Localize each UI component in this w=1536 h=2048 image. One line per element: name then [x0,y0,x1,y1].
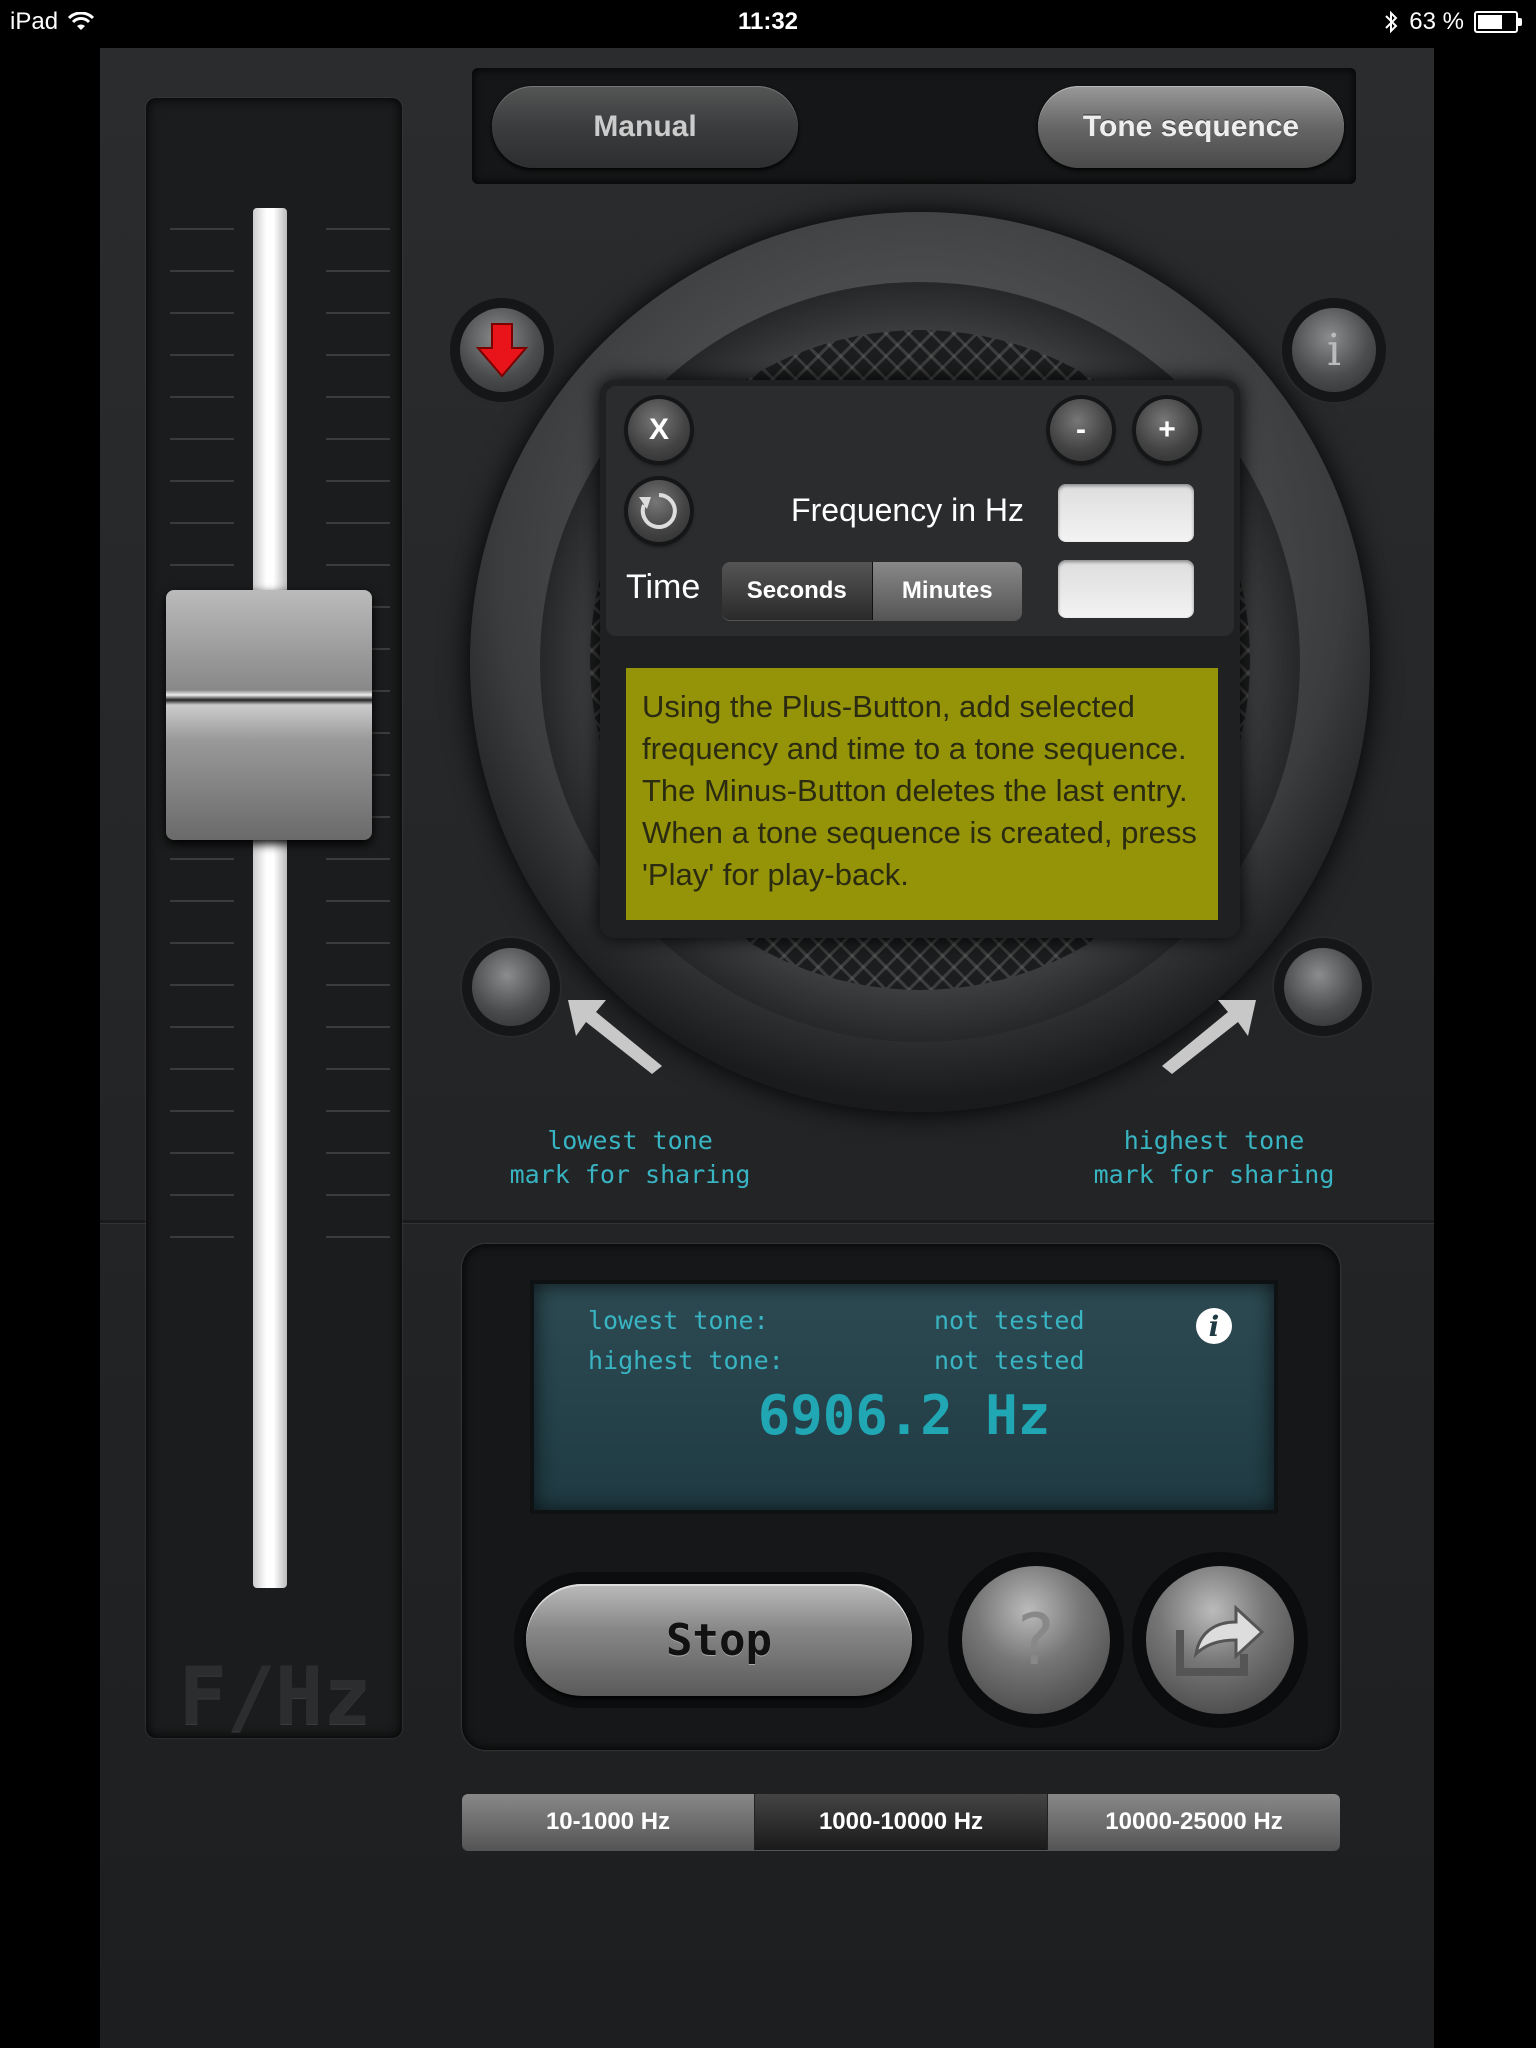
highest-tone-label: highest tone: [588,1346,784,1375]
manual-button[interactable]: Manual [492,86,798,168]
share-icon [1176,1604,1265,1676]
slider-thumb[interactable] [166,590,372,840]
slider-tick [170,900,234,902]
slider-tick [326,228,390,230]
arrow-up-right-icon [1162,1000,1256,1074]
slider-tick [170,228,234,230]
slider-tick [326,1026,390,1028]
slider-tick [326,480,390,482]
slider-tick [170,1026,234,1028]
slider-tick [326,312,390,314]
lowest-tone-value: not tested [934,1306,1085,1335]
time-unit-switch: Seconds Minutes [722,562,1022,620]
current-frequency: 6906.2 Hz [757,1384,1051,1447]
slider-tick [170,270,234,272]
help-text-box[interactable]: Using the Plus-Button, add selected freq… [626,668,1218,920]
slider-tick [326,522,390,524]
slider-tick [170,1068,234,1070]
slider-tick [326,1068,390,1070]
down-arrow-icon [476,323,528,378]
slider-tick [326,1110,390,1112]
close-button[interactable]: X [628,399,690,461]
clock: 11:32 [737,8,799,35]
plus-button[interactable]: + [1136,399,1198,461]
info-icon: i [1326,324,1342,376]
slider-tick [170,1152,234,1154]
slider-tick [170,522,234,524]
slider-tick [326,438,390,440]
slider-tick [170,564,234,566]
slider-tick [170,1110,234,1112]
time-label: Time [626,568,701,606]
slider-track [253,208,287,1588]
range-10-1000[interactable]: 10-1000 Hz [462,1794,755,1850]
slider-tick [326,858,390,860]
range-1000-10000[interactable]: 1000-10000 Hz [755,1794,1048,1850]
slider-tick [170,354,234,356]
share-button[interactable] [1146,1566,1294,1714]
slider-tick [326,900,390,902]
minutes-segment[interactable]: Minutes [872,562,1022,620]
slider-tick [170,438,234,440]
slider-tick [170,942,234,944]
highest-tone-value: not tested [934,1346,1085,1375]
tone-sequence-button[interactable]: Tone sequence [1038,86,1344,168]
lowest-tone-label: lowest tone: [588,1306,769,1335]
slider-tick [170,480,234,482]
frequency-input[interactable] [1058,484,1194,542]
slider-tick [326,1236,390,1238]
help-text: Using the Plus-Button, add selected freq… [642,689,1197,892]
slider-tick [170,858,234,860]
frequency-range-switch: 10-1000 Hz 1000-10000 Hz 10000-25000 Hz [462,1794,1340,1850]
arrow-up-left-icon [568,1000,662,1074]
mark-lowest-tone-button[interactable] [472,948,550,1026]
status-bar: iPad 11:32 63 % [0,0,1536,42]
time-input[interactable] [1058,560,1194,618]
frequency-label: Frequency in Hz [791,492,1024,528]
range-10000-25000[interactable]: 10000-25000 Hz [1048,1794,1340,1850]
mark-highest-tone-button[interactable] [1284,948,1362,1026]
highest-tone-mark-label: highest tone mark for sharing [1093,1126,1335,1189]
download-button[interactable] [460,308,544,392]
info-button[interactable]: i [1292,308,1376,392]
slider-tick [326,1152,390,1154]
slider-tick [170,1194,234,1196]
slider-tick [170,984,234,986]
reset-button[interactable] [628,480,690,542]
slider-tick [326,1194,390,1196]
refresh-icon [639,493,677,529]
mode-switch: Manual Tone sequence [472,68,1356,184]
help-button[interactable]: ? [962,1566,1110,1714]
lowest-tone-mark-label: lowest tone mark for sharing [509,1126,751,1189]
minus-button[interactable]: - [1050,399,1112,461]
battery-icon [1474,11,1522,33]
slider-tick [326,396,390,398]
slider-tick [170,396,234,398]
slider-axis-label: F/Hz [178,1650,372,1743]
slider-tick [170,312,234,314]
question-icon: ? [1017,1599,1055,1681]
slider-tick [326,942,390,944]
slider-tick [170,1236,234,1238]
display-info-button[interactable]: i [1196,1308,1232,1344]
slider-tick [326,564,390,566]
slider-tick [326,354,390,356]
battery-percent: 63 % [1409,8,1464,35]
bluetooth-icon [1385,10,1398,34]
stop-button[interactable]: Stop [526,1584,912,1696]
slider-tick [326,984,390,986]
seconds-segment[interactable]: Seconds [722,562,873,620]
slider-tick [326,270,390,272]
